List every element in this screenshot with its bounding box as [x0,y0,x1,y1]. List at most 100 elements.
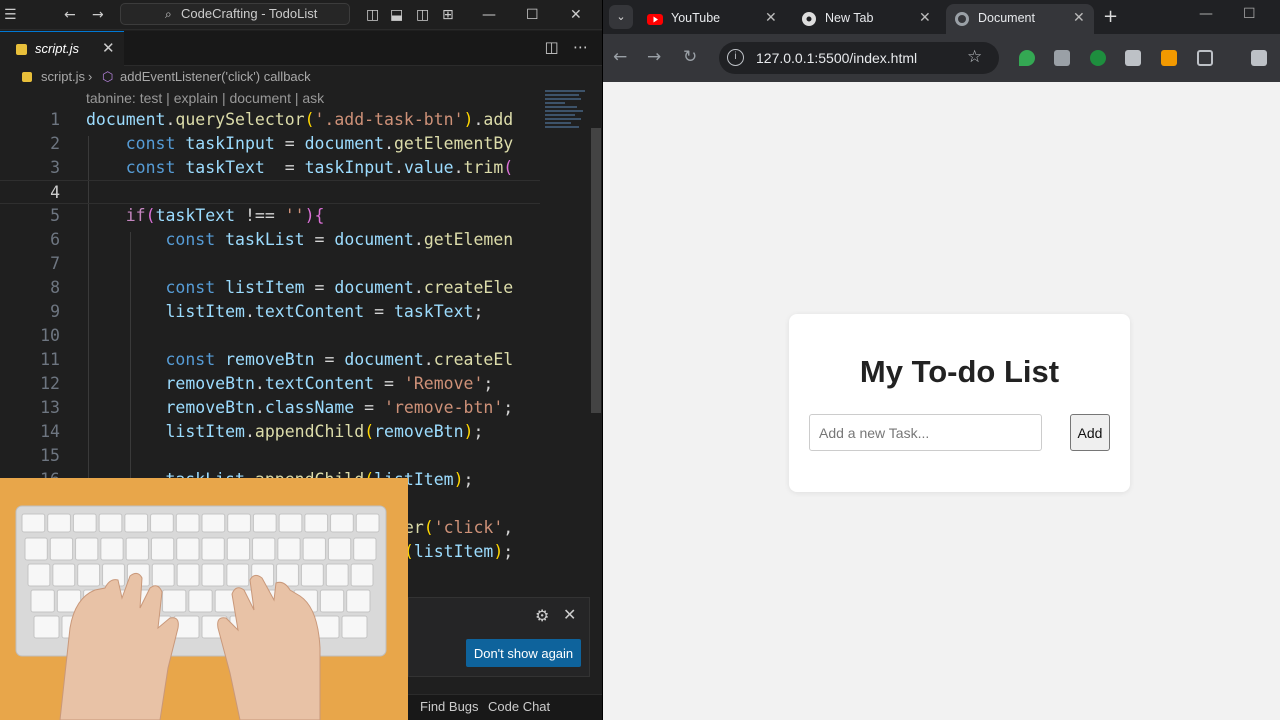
keyboard-key [47,513,71,533]
editor-scrollbar[interactable] [590,88,602,720]
search-icon: ⌕ [165,7,172,21]
command-center-search[interactable]: ⌕ CodeCrafting - TodoList [120,3,350,25]
todo-card: My To-do List Add [789,314,1130,492]
code-line: 10 [40,326,60,345]
keyboard-key [176,563,200,587]
tab-youtube[interactable]: YouTube ✕ [639,4,787,34]
gear-icon[interactable]: ⚙ [535,606,549,625]
maximize-icon[interactable]: ☐ [526,6,539,24]
toggle-secondary-sidebar-icon[interactable]: ◫ [416,6,429,24]
close-tab-icon[interactable]: ✕ [765,9,777,26]
keyboard-key [176,537,200,561]
tab-label: New Tab [825,11,874,25]
keyboard-key [227,513,251,533]
code-line: 9 listItem.textContent = taskText; [50,302,484,321]
editor-actions: ◫ ⋯ [545,38,589,56]
status-code-chat[interactable]: Code Chat [488,699,550,714]
toggle-panel-icon[interactable]: ⬓ [390,6,403,24]
extension-icon[interactable] [1090,50,1106,66]
keyboard-key [150,513,174,533]
menu-icon[interactable]: ☰ [4,6,17,24]
close-tab-icon[interactable]: ✕ [102,39,115,57]
status-find-bugs[interactable]: Find Bugs [420,699,479,714]
close-icon[interactable]: ✕ [563,605,576,624]
forward-arrow-icon[interactable]: → [647,47,661,67]
shield-extension-icon[interactable] [1019,50,1035,66]
keyboard-key [21,513,46,533]
customize-layout-icon[interactable]: ⊞ [442,6,454,24]
notification-toast: ⚙ ✕ Don't show again [408,597,590,677]
extension-icon[interactable] [1125,50,1141,66]
site-info-icon[interactable]: i [727,49,744,66]
keyboard-key [201,537,225,561]
keyboard-key [188,589,213,613]
code-line: 5 if(taskText !== ''){ [50,206,325,225]
keyboard-key [151,563,175,587]
dont-show-again-button[interactable]: Don't show again [466,639,581,667]
keyboard-key [226,563,250,587]
camera-extension-icon[interactable] [1054,50,1070,66]
minimize-icon[interactable]: — [1199,6,1213,22]
keyboard-key [75,537,99,561]
code-line: 6 const taskList = document.getElemen [50,230,514,249]
minimap[interactable] [545,88,589,148]
task-input[interactable] [809,414,1042,451]
extension-icon[interactable] [1161,50,1177,66]
code-line-current: 4 [0,180,540,204]
bookmark-star-icon[interactable]: ☆ [967,47,982,67]
back-arrow-icon[interactable]: ← [613,47,627,67]
keyboard-key [252,537,276,561]
toggle-sidebar-icon[interactable]: ◫ [366,6,379,24]
keyboard-key [252,513,277,533]
code-line: 1 document.querySelector('.add-task-btn')… [50,110,514,129]
code-line: 11 const removeBtn = document.createEl [40,350,514,369]
scrollbar-thumb[interactable] [591,128,601,413]
profile-icon[interactable] [1251,50,1267,66]
tab-document[interactable]: Document ✕ [946,4,1094,34]
more-actions-icon[interactable]: ⋯ [573,38,588,56]
globe-icon [955,12,969,26]
editor-tabbar: script.js ✕ ◫ ⋯ [0,31,602,66]
reload-icon[interactable]: ↻ [683,47,697,67]
keyboard-key [350,563,374,587]
javascript-file-icon [22,72,32,82]
close-window-icon[interactable]: ✕ [570,6,582,24]
maximize-icon[interactable]: ☐ [1243,6,1256,22]
close-tab-icon[interactable]: ✕ [1073,9,1085,26]
tabnine-codelens[interactable]: tabnine: test | explain | document | ask [86,90,324,106]
address-bar[interactable]: i 127.0.0.1:5500/index.html ☆ [719,42,999,74]
forward-arrow-icon[interactable]: → [92,6,104,24]
tab-new-tab[interactable]: New Tab ✕ [793,4,941,34]
javascript-file-icon [16,44,27,55]
add-task-button[interactable]: Add [1070,414,1110,451]
keyboard-illustration [15,505,387,720]
puzzle-extensions-icon[interactable] [1197,50,1213,66]
code-line: 15 [40,446,60,465]
tab-label: YouTube [671,11,721,25]
keyboard-key [33,615,60,639]
tab-search-chevron-down-icon[interactable]: ⌄ [609,5,633,29]
breadcrumb-symbol[interactable]: addEventListener('click') callback [120,66,311,88]
back-arrow-icon[interactable]: ← [64,6,76,24]
code-line: 8 const listItem = document.createEle [50,278,514,297]
page-viewport: My To-do List Add [603,82,1280,720]
tab-script-js[interactable]: script.js ✕ [0,31,124,66]
keyboard-key [52,563,76,587]
youtube-icon [647,14,663,25]
breadcrumb-file[interactable]: script.js [41,66,85,88]
keyboard-key [319,589,345,613]
minimize-icon[interactable]: — [482,6,496,24]
keyboard-key [98,513,123,533]
keyboard-key [226,537,251,561]
keyboard-key [162,589,187,613]
keyboard-key [24,537,48,561]
symbol-method-icon: ⬡ [102,69,114,84]
split-editor-icon[interactable]: ◫ [545,38,559,56]
keyboard-key [77,563,101,587]
keyboard-key [330,513,354,533]
keyboard-key [30,589,55,613]
close-tab-icon[interactable]: ✕ [919,9,931,26]
keyboard-key [277,537,301,561]
keyboard-key [124,513,149,533]
new-tab-plus-icon[interactable]: + [1103,6,1118,27]
